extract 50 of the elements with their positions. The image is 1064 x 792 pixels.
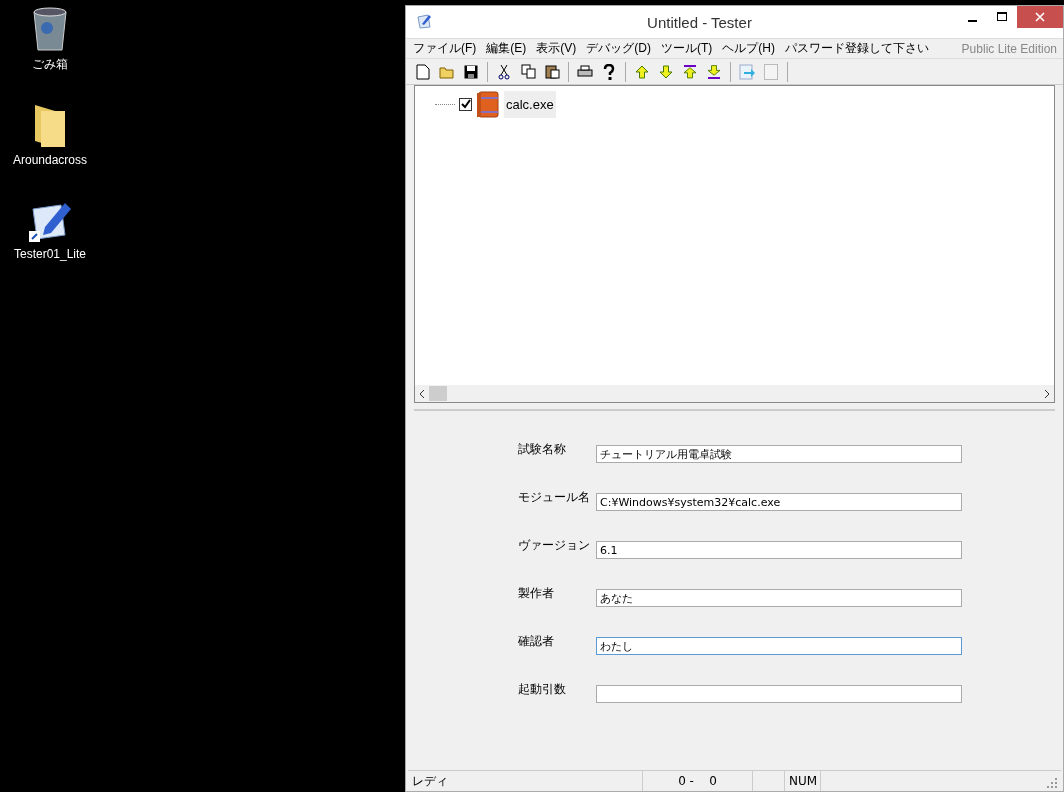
resize-grip-icon[interactable] xyxy=(1047,778,1057,788)
menu-item[interactable]: デバッグ(D) xyxy=(581,40,656,57)
new-file-icon[interactable] xyxy=(416,63,430,80)
copy-icon[interactable] xyxy=(520,64,536,79)
maximize-icon xyxy=(997,12,1007,22)
menu-item[interactable]: 表示(V) xyxy=(531,40,582,57)
tree-checkbox[interactable] xyxy=(459,97,472,111)
folder-icon[interactable] xyxy=(33,103,67,149)
move-to-bottom-icon[interactable] xyxy=(706,63,722,80)
tree-item[interactable]: calc.exe xyxy=(504,90,556,118)
horizontal-scrollbar[interactable] xyxy=(415,385,1054,402)
close-icon xyxy=(1035,12,1045,22)
menu-item[interactable]: ファイル(F) xyxy=(408,40,482,57)
desktop-icon-label[interactable]: ごみ箱 xyxy=(32,56,68,73)
status-message: レディ xyxy=(408,771,643,791)
field-label: 試験名称 xyxy=(518,441,567,458)
scrollbar-thumb[interactable] xyxy=(429,386,447,401)
field-label: モジュール名 xyxy=(518,489,591,506)
menu-item[interactable]: 編集(E) xyxy=(481,40,532,57)
field-label: 確認者 xyxy=(518,633,555,650)
trash-bin-icon[interactable] xyxy=(31,6,69,52)
printer-icon[interactable] xyxy=(577,64,593,79)
num-lock-indicator: NUM xyxy=(785,771,821,791)
app-icon xyxy=(416,13,432,29)
menu-item[interactable]: ヘルプ(H) xyxy=(717,40,780,57)
text-field[interactable] xyxy=(596,685,962,703)
edition-label: Public Lite Edition xyxy=(961,41,1057,56)
paste-icon[interactable] xyxy=(544,64,560,79)
text-field[interactable]: あなた xyxy=(596,589,962,607)
field-label: 起動引数 xyxy=(518,681,567,698)
menu-item[interactable]: ツール(T) xyxy=(656,40,718,57)
desktop-icon-label[interactable]: Aroundacross xyxy=(12,153,87,167)
desktop-icon-label[interactable]: Tester01_Lite xyxy=(13,247,86,261)
save-icon[interactable] xyxy=(464,64,478,79)
up-arrow-icon[interactable] xyxy=(634,63,650,80)
text-field[interactable]: わたし xyxy=(596,637,962,655)
text-field[interactable]: 6.1 xyxy=(596,541,962,559)
text-field[interactable]: チュートリアル用電卓試験 xyxy=(596,445,962,463)
field-label: ヴァージョン xyxy=(518,537,591,554)
status-position: 0 - 0 xyxy=(643,771,753,791)
menu-item[interactable]: パスワード登録して下さい xyxy=(780,40,934,57)
down-arrow-icon[interactable] xyxy=(658,63,674,80)
cut-icon[interactable] xyxy=(498,63,510,80)
window-title: Untitled - Tester xyxy=(646,13,753,31)
move-to-top-icon[interactable] xyxy=(682,63,698,80)
minimize-icon xyxy=(967,20,977,22)
help-icon[interactable] xyxy=(603,63,615,80)
book-icon xyxy=(476,90,500,118)
text-field[interactable]: C:¥Windows¥system32¥calc.exe xyxy=(596,493,962,511)
field-label: 製作者 xyxy=(518,585,555,602)
